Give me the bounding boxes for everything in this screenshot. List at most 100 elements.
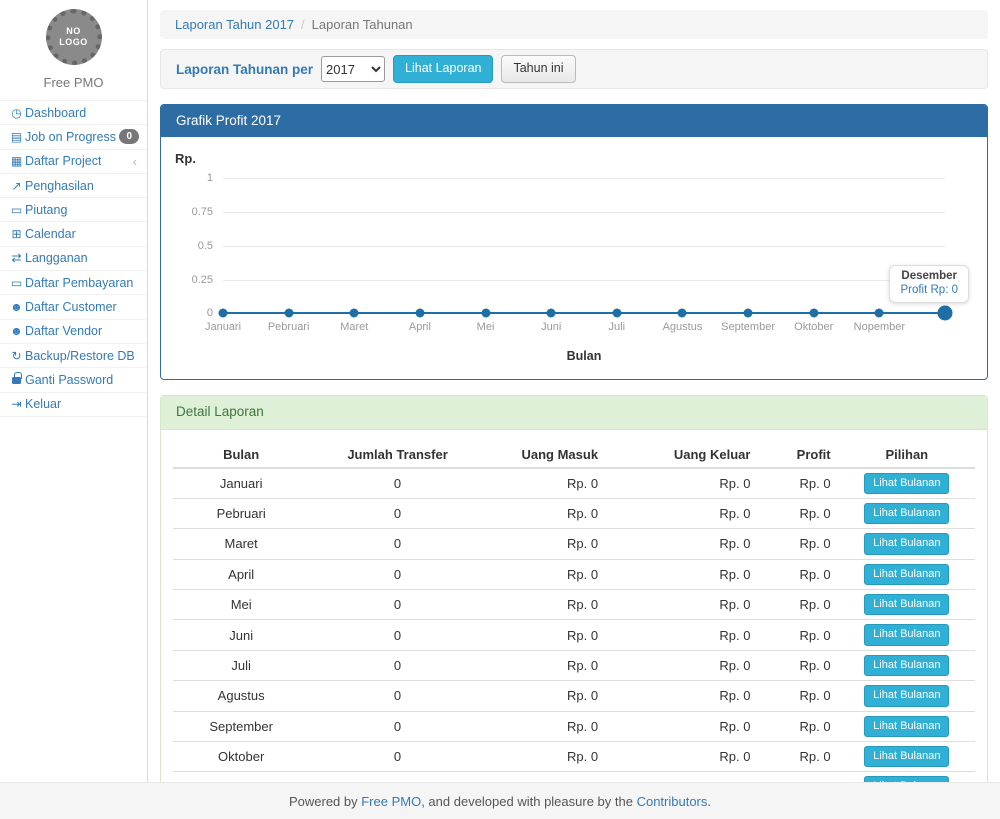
cell-bulan: September: [173, 711, 309, 741]
lihat-bulanan-button[interactable]: Lihat Bulanan: [864, 716, 949, 737]
table-row: Maret0Rp. 0Rp. 0Rp. 0Lihat Bulanan: [173, 529, 975, 559]
lihat-bulanan-button[interactable]: Lihat Bulanan: [864, 594, 949, 615]
sidebar-item-daftar-project[interactable]: ▦ Daftar Project ‹: [0, 150, 147, 174]
sidebar-item-piutang[interactable]: ▭ Piutang: [0, 198, 147, 222]
chart-point[interactable]: [744, 309, 753, 318]
users-icon: ☻: [8, 300, 25, 314]
year-select[interactable]: 2017: [321, 56, 385, 82]
gridline: 0.5: [223, 246, 945, 247]
cell-uang-masuk: Rp. 0: [486, 681, 606, 711]
cell-profit: Rp. 0: [758, 772, 838, 782]
chart-point[interactable]: [875, 309, 884, 318]
free-pmo-link[interactable]: Free PMO: [361, 794, 421, 809]
sidebar-item-backup-restore-db[interactable]: ↻ Backup/Restore DB: [0, 344, 147, 368]
cell-uang-keluar: Rp. 0: [606, 498, 758, 528]
chart-point[interactable]: [415, 309, 424, 318]
lihat-bulanan-button[interactable]: Lihat Bulanan: [864, 533, 949, 554]
y-tick-label: 0: [207, 307, 213, 319]
lihat-bulanan-button[interactable]: Lihat Bulanan: [864, 624, 949, 645]
lihat-bulanan-button[interactable]: Lihat Bulanan: [864, 685, 949, 706]
lihat-bulanan-button[interactable]: Lihat Bulanan: [864, 503, 949, 524]
cell-uang-masuk: Rp. 0: [486, 772, 606, 782]
lihat-bulanan-button[interactable]: Lihat Bulanan: [864, 746, 949, 767]
cell-uang-masuk: Rp. 0: [486, 498, 606, 528]
tooltip-title: Desember: [900, 270, 958, 282]
chart-point[interactable]: [284, 309, 293, 318]
sidebar-item-ganti-password[interactable]: Ganti Password: [0, 368, 147, 392]
sidebar-item-daftar-pembayaran[interactable]: ▭ Daftar Pembayaran: [0, 271, 147, 295]
footer-suffix: .: [707, 794, 711, 809]
cell-pilihan: Lihat Bulanan: [839, 772, 975, 782]
cell-bulan: Juli: [173, 650, 309, 680]
cell-uang-masuk: Rp. 0: [486, 711, 606, 741]
cell-jumlah-transfer: 0: [309, 590, 485, 620]
cell-profit: Rp. 0: [758, 742, 838, 772]
breadcrumb-link-laporan-tahun[interactable]: Laporan Tahun 2017: [175, 17, 294, 32]
cell-uang-keluar: Rp. 0: [606, 711, 758, 741]
retweet-icon: ⇄: [8, 251, 25, 265]
footer-prefix: Powered by: [289, 794, 361, 809]
table-row: Oktober0Rp. 0Rp. 0Rp. 0Lihat Bulanan: [173, 742, 975, 772]
chart-point[interactable]: [350, 309, 359, 318]
footer-middle: , and developed with pleasure by the: [421, 794, 636, 809]
calendar-icon: ⊞: [8, 227, 25, 241]
cell-pilihan: Lihat Bulanan: [839, 529, 975, 559]
dashboard-icon: ◷: [8, 106, 25, 120]
sidebar-item-dashboard[interactable]: ◷ Dashboard: [0, 101, 147, 125]
table-row: Januari0Rp. 0Rp. 0Rp. 0Lihat Bulanan: [173, 468, 975, 499]
lihat-bulanan-button[interactable]: Lihat Bulanan: [864, 655, 949, 676]
cell-bulan: Juni: [173, 620, 309, 650]
breadcrumb-current: Laporan Tahunan: [312, 17, 413, 32]
table-row: Juni0Rp. 0Rp. 0Rp. 0Lihat Bulanan: [173, 620, 975, 650]
sidebar-item-daftar-customer[interactable]: ☻ Daftar Customer: [0, 295, 147, 319]
gridline: 1: [223, 178, 945, 179]
cell-pilihan: Lihat Bulanan: [839, 620, 975, 650]
lihat-laporan-button[interactable]: Lihat Laporan: [393, 55, 493, 83]
chart-point[interactable]: [219, 309, 228, 318]
sidebar-item-label: Job on Progress: [25, 130, 116, 144]
cell-bulan: Maret: [173, 529, 309, 559]
filter-label: Laporan Tahunan per: [176, 62, 313, 77]
chart-point[interactable]: [547, 309, 556, 318]
cell-jumlah-transfer: 0: [309, 559, 485, 589]
cell-pilihan: Lihat Bulanan: [839, 468, 975, 499]
sidebar: NO LOGO Free PMO ◷ Dashboard ▤ Job on Pr…: [0, 0, 148, 782]
tooltip-value: Profit Rp: 0: [900, 284, 958, 296]
table-row: Nopember0Rp. 0Rp. 0Rp. 0Lihat Bulanan: [173, 772, 975, 782]
lihat-bulanan-button[interactable]: Lihat Bulanan: [864, 473, 949, 494]
sidebar-item-calendar[interactable]: ⊞ Calendar: [0, 222, 147, 246]
cell-jumlah-transfer: 0: [309, 742, 485, 772]
gridline: 0.75: [223, 212, 945, 213]
cell-profit: Rp. 0: [758, 711, 838, 741]
cell-profit: Rp. 0: [758, 498, 838, 528]
chart-point[interactable]: [481, 309, 490, 318]
col-header-pilihan: Pilihan: [839, 442, 975, 468]
x-tick-label: Agustus: [663, 321, 703, 333]
lihat-bulanan-button[interactable]: Lihat Bulanan: [864, 564, 949, 585]
lock-icon: [8, 372, 25, 387]
chart-tooltip: Desember Profit Rp: 0: [889, 265, 969, 303]
sidebar-item-keluar[interactable]: ⇥ Keluar: [0, 393, 147, 417]
cell-bulan: Agustus: [173, 681, 309, 711]
sidebar-item-penghasilan[interactable]: ↗ Penghasilan: [0, 174, 147, 198]
contributors-link[interactable]: Contributors: [637, 794, 708, 809]
cell-bulan: Oktober: [173, 742, 309, 772]
x-tick-label: Juli: [609, 321, 626, 333]
cell-bulan: Januari: [173, 468, 309, 499]
x-tick-label: Juni: [541, 321, 561, 333]
main-content: Laporan Tahun 2017/Laporan Tahunan Lapor…: [148, 0, 1000, 782]
tahun-ini-button[interactable]: Tahun ini: [501, 55, 575, 83]
x-tick-label: Nopember: [854, 321, 905, 333]
chart-point[interactable]: [938, 306, 953, 321]
chart-point[interactable]: [678, 309, 687, 318]
sidebar-item-job-on-progress[interactable]: ▤ Job on Progress 0: [0, 125, 147, 149]
sidebar-item-langganan[interactable]: ⇄ Langganan: [0, 247, 147, 271]
cell-bulan: Nopember: [173, 772, 309, 782]
chart-point[interactable]: [612, 309, 621, 318]
cell-uang-keluar: Rp. 0: [606, 468, 758, 499]
sidebar-item-daftar-vendor[interactable]: ☻ Daftar Vendor: [0, 320, 147, 344]
breadcrumb-separator: /: [294, 17, 312, 32]
chart-point[interactable]: [809, 309, 818, 318]
cell-jumlah-transfer: 0: [309, 529, 485, 559]
x-tick-label: April: [409, 321, 431, 333]
